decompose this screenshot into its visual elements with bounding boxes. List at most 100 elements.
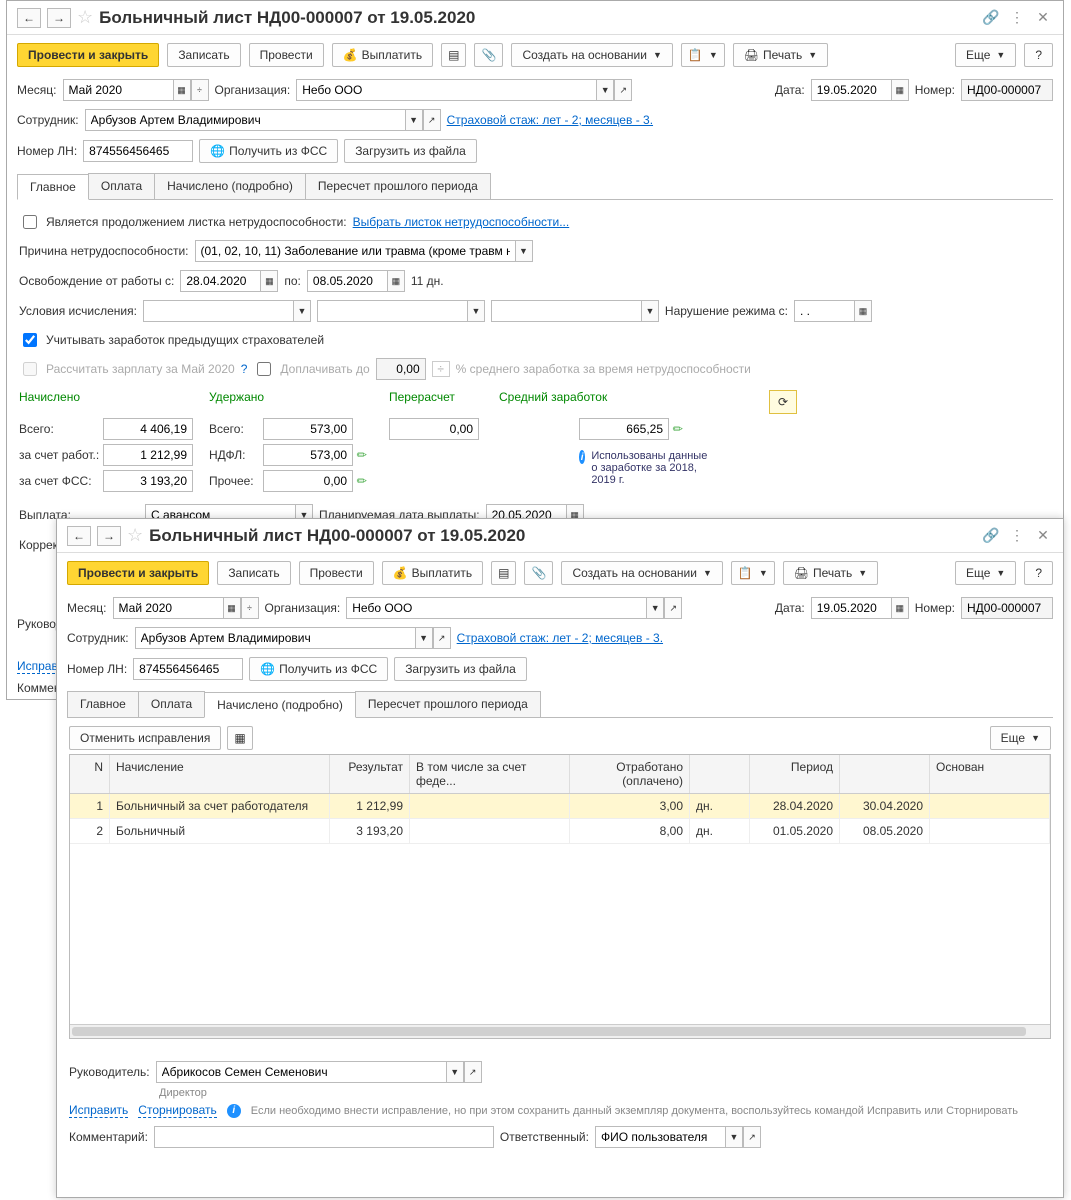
pay-button[interactable]: 💰 Выплатить — [332, 43, 433, 67]
supervisor-input[interactable] — [156, 1061, 446, 1083]
calc2-input[interactable] — [317, 300, 467, 322]
ln-input-2[interactable] — [133, 658, 243, 680]
from-input[interactable] — [180, 270, 260, 292]
edit-avg-icon[interactable]: ✎ — [670, 420, 687, 437]
pay-button-2[interactable]: 💰 Выплатить — [382, 561, 483, 585]
emp-open[interactable]: ↗ — [423, 109, 441, 131]
post-button-2[interactable]: Провести — [299, 561, 374, 585]
resp-input[interactable] — [595, 1126, 725, 1148]
other-input[interactable] — [263, 470, 353, 492]
create-button-2[interactable]: Создать на основании▼ — [561, 561, 722, 585]
refresh-button[interactable]: ⟳ — [769, 390, 797, 414]
attach-icon-2[interactable]: 📎 — [524, 561, 553, 585]
col-period2[interactable] — [840, 755, 930, 793]
col-base[interactable]: Основан — [930, 755, 1050, 793]
save-button[interactable]: Записать — [167, 43, 240, 67]
table-more-button[interactable]: Еще▼ — [990, 726, 1051, 750]
violation-cal-icon[interactable]: ▦ — [854, 300, 872, 322]
org-input-2[interactable] — [346, 597, 646, 619]
col-n[interactable]: N — [70, 755, 110, 793]
prev-insurers-checkbox[interactable] — [23, 333, 37, 347]
post-close-button[interactable]: Провести и закрыть — [17, 43, 159, 67]
fix-link[interactable]: Исправить — [69, 1103, 128, 1118]
star-icon[interactable]: ☆ — [77, 7, 93, 28]
calc3-input[interactable] — [491, 300, 641, 322]
date-input-2[interactable] — [811, 597, 891, 619]
tab-detailed[interactable]: Начислено (подробно) — [154, 173, 306, 199]
attach-icon[interactable]: 📎 — [474, 43, 503, 67]
tab-recalc[interactable]: Пересчет прошлого периода — [305, 173, 491, 199]
ndfl-input[interactable] — [263, 444, 353, 466]
close-icon-2[interactable]: ✕ — [1033, 526, 1053, 546]
forward-button-2[interactable]: → — [97, 526, 121, 546]
close-icon[interactable]: ✕ — [1033, 8, 1053, 28]
help-button-2[interactable]: ? — [1024, 561, 1053, 585]
stazh-link-2[interactable]: Страховой стаж: лет - 2; месяцев - 3. — [457, 631, 663, 645]
continuation-checkbox[interactable] — [23, 215, 37, 229]
link-icon-2[interactable]: 🔗 — [981, 526, 1001, 546]
tab-payment-2[interactable]: Оплата — [138, 691, 205, 717]
emp-input[interactable] — [85, 109, 405, 131]
edit-other-icon[interactable]: ✎ — [354, 472, 371, 489]
load-file-button-2[interactable]: Загрузить из файла — [394, 657, 527, 681]
more-button[interactable]: Еще▼ — [955, 43, 1016, 67]
reason-dd[interactable]: ▼ — [515, 240, 533, 262]
date-input[interactable] — [811, 79, 891, 101]
post-button[interactable]: Провести — [249, 43, 324, 67]
calc-salary-help-icon[interactable]: ? — [241, 362, 248, 376]
kebab-icon-2[interactable]: ⋮ — [1007, 526, 1027, 546]
topup-checkbox[interactable] — [257, 362, 271, 376]
load-file-button[interactable]: Загрузить из файла — [344, 139, 477, 163]
comment-input[interactable] — [154, 1126, 494, 1148]
violation-input[interactable] — [794, 300, 854, 322]
emp-part-input[interactable] — [103, 444, 193, 466]
columns-icon[interactable]: ▦ — [227, 726, 252, 750]
star-icon-2[interactable]: ☆ — [127, 525, 143, 546]
date-cal-icon[interactable]: ▦ — [891, 79, 909, 101]
post-close-button-2[interactable]: Провести и закрыть — [67, 561, 209, 585]
col-name[interactable]: Начисление — [110, 755, 330, 793]
list-icon-2[interactable]: ▤ — [491, 561, 516, 585]
tab-main[interactable]: Главное — [17, 174, 89, 200]
to-cal-icon[interactable]: ▦ — [387, 270, 405, 292]
table-row[interactable]: 2Больничный3 193,208,00дн.01.05.202008.0… — [70, 819, 1050, 844]
create-button[interactable]: Создать на основании▼ — [511, 43, 672, 67]
print-button-2[interactable]: 🖨 Печать▼ — [783, 561, 878, 585]
fss-part-input[interactable] — [103, 470, 193, 492]
from-cal-icon[interactable]: ▦ — [260, 270, 278, 292]
edit-ndfl-icon[interactable]: ✎ — [354, 446, 371, 463]
with-total-input[interactable] — [263, 418, 353, 440]
col-unit[interactable] — [690, 755, 750, 793]
save-button-2[interactable]: Записать — [217, 561, 290, 585]
col-fed[interactable]: В том числе за счет феде... — [410, 755, 570, 793]
list-icon[interactable]: ▤ — [441, 43, 466, 67]
reason-input[interactable] — [195, 240, 515, 262]
tab-payment[interactable]: Оплата — [88, 173, 155, 199]
get-fss-button-2[interactable]: 🌐 Получить из ФСС — [249, 657, 388, 681]
avg-input[interactable] — [579, 418, 669, 440]
back-button[interactable]: ← — [17, 8, 41, 28]
to-input[interactable] — [307, 270, 387, 292]
stazh-link[interactable]: Страховой стаж: лет - 2; месяцев - 3. — [447, 113, 653, 127]
get-fss-button[interactable]: 🌐 Получить из ФСС — [199, 139, 338, 163]
choose-sheet-link[interactable]: Выбрать листок нетрудоспособности... — [353, 215, 570, 229]
ln-input[interactable] — [83, 140, 193, 162]
month-input[interactable] — [63, 79, 173, 101]
org-open[interactable]: ↗ — [614, 79, 632, 101]
table-row[interactable]: 1Больничный за счет работодателя1 212,99… — [70, 794, 1050, 819]
h-scrollbar[interactable] — [70, 1024, 1050, 1038]
recalc-input[interactable] — [389, 418, 479, 440]
forward-button[interactable]: → — [47, 8, 71, 28]
emp-dd[interactable]: ▼ — [405, 109, 423, 131]
calc1-input[interactable] — [143, 300, 293, 322]
undo-button[interactable]: Отменить исправления — [69, 726, 221, 750]
month-stepper[interactable]: ÷ — [191, 79, 209, 101]
col-worked[interactable]: Отработано (оплачено) — [570, 755, 690, 793]
org-input[interactable] — [296, 79, 596, 101]
total-input[interactable] — [103, 418, 193, 440]
org-dd[interactable]: ▼ — [596, 79, 614, 101]
month-cal-icon[interactable]: ▦ — [173, 79, 191, 101]
copy-icon[interactable]: 📋▼ — [681, 43, 725, 67]
col-period[interactable]: Период — [750, 755, 840, 793]
emp-input-2[interactable] — [135, 627, 415, 649]
